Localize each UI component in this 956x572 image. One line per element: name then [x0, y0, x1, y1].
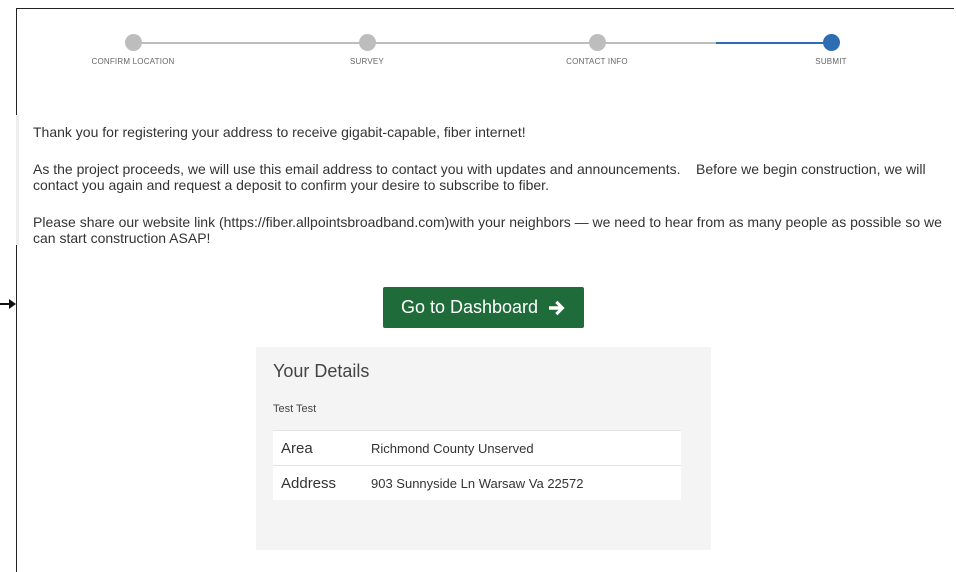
step-dot — [588, 34, 606, 51]
details-value: 903 Sunnyside Ln Warsaw Va 22572 — [363, 465, 681, 500]
step-label: SURVEY — [350, 57, 384, 66]
your-details-panel: Your Details Test Test Area Richmond Cou… — [256, 347, 711, 550]
details-table: Area Richmond County Unserved Address 90… — [273, 430, 681, 500]
arrow-right-icon — [549, 300, 565, 315]
step-confirm-location: CONFIRM LOCATION — [91, 33, 174, 66]
table-row: Address 903 Sunnyside Ln Warsaw Va 22572 — [273, 465, 681, 500]
step-dot-active — [822, 34, 840, 51]
step-submit: SUBMIT — [815, 33, 847, 66]
step-contact-info: CONTACT INFO — [566, 33, 628, 66]
table-row: Area Richmond County Unserved — [273, 430, 681, 466]
stepper-track-complete — [131, 42, 716, 44]
go-to-dashboard-button[interactable]: Go to Dashboard — [383, 287, 584, 328]
step-label: CONFIRM LOCATION — [91, 57, 175, 66]
thank-you-message: Thank you for registering your address t… — [33, 124, 526, 140]
details-key: Area — [273, 430, 363, 466]
dashboard-button-label: Go to Dashboard — [400, 297, 539, 317]
arrow-right-icon — [0, 297, 16, 311]
details-title: Your Details — [273, 361, 370, 381]
updates-message: As the project proceeds, we will use thi… — [33, 161, 926, 193]
step-dot — [124, 34, 142, 51]
step-label: SUBMIT — [815, 57, 847, 66]
step-dot — [358, 34, 376, 51]
details-key: Address — [273, 465, 363, 500]
details-value: Richmond County Unserved — [363, 430, 681, 466]
stepper-track-active — [716, 42, 831, 44]
share-message: Please share our website link (https://f… — [33, 214, 942, 246]
details-name: Test Test — [273, 403, 317, 415]
message-left-border — [16, 115, 19, 245]
progress-stepper: CONFIRM LOCATION SURVEY CONTACT INFO SUB… — [91, 33, 847, 73]
step-label: CONTACT INFO — [566, 57, 628, 66]
step-survey: SURVEY — [350, 33, 384, 66]
